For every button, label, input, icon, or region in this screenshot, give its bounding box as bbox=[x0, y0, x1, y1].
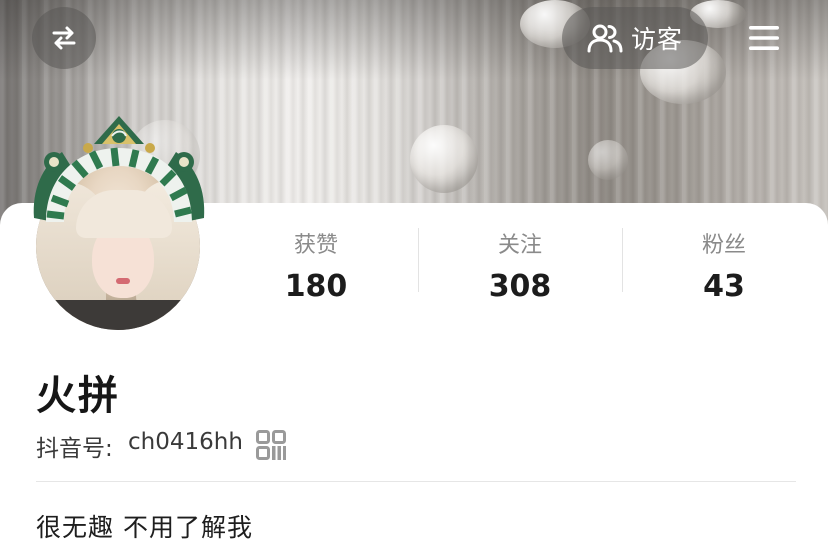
stat-followers-label: 粉丝 bbox=[701, 233, 746, 258]
douyin-id-value[interactable]: ch0416hh bbox=[128, 429, 243, 455]
visitors-button[interactable]: 访客 bbox=[562, 7, 708, 69]
avatar-frame-crown-icon bbox=[33, 116, 205, 222]
stat-followers-value: 43 bbox=[703, 269, 745, 304]
stat-divider bbox=[622, 228, 623, 292]
profile-bio: 很无趣 不用了解我 bbox=[36, 513, 253, 542]
hamburger-menu-icon bbox=[749, 26, 779, 50]
profile-name: 火拼 bbox=[36, 373, 120, 419]
stat-followers[interactable]: 粉丝 43 bbox=[624, 227, 824, 304]
switch-account-button[interactable] bbox=[32, 7, 96, 69]
avatar[interactable] bbox=[28, 110, 210, 335]
visitors-label: 访客 bbox=[630, 25, 683, 54]
switch-arrows-icon bbox=[52, 26, 76, 50]
avatar-clothing bbox=[36, 300, 200, 330]
stat-likes[interactable]: 获赞 180 bbox=[216, 227, 416, 304]
section-divider bbox=[36, 481, 796, 482]
people-icon bbox=[587, 24, 623, 53]
stat-following-label: 关注 bbox=[497, 233, 542, 258]
stat-divider bbox=[418, 228, 419, 292]
menu-button[interactable] bbox=[733, 7, 795, 69]
stat-likes-label: 获赞 bbox=[293, 233, 338, 258]
stat-following-value: 308 bbox=[488, 269, 552, 304]
cover-bubble bbox=[410, 125, 478, 193]
stat-following[interactable]: 关注 308 bbox=[420, 227, 620, 304]
stat-likes-value: 180 bbox=[284, 269, 348, 304]
cover-bubble bbox=[588, 140, 628, 180]
qr-code-icon[interactable] bbox=[256, 430, 286, 460]
douyin-id-label: 抖音号: bbox=[36, 436, 113, 462]
avatar-lips bbox=[116, 278, 130, 284]
